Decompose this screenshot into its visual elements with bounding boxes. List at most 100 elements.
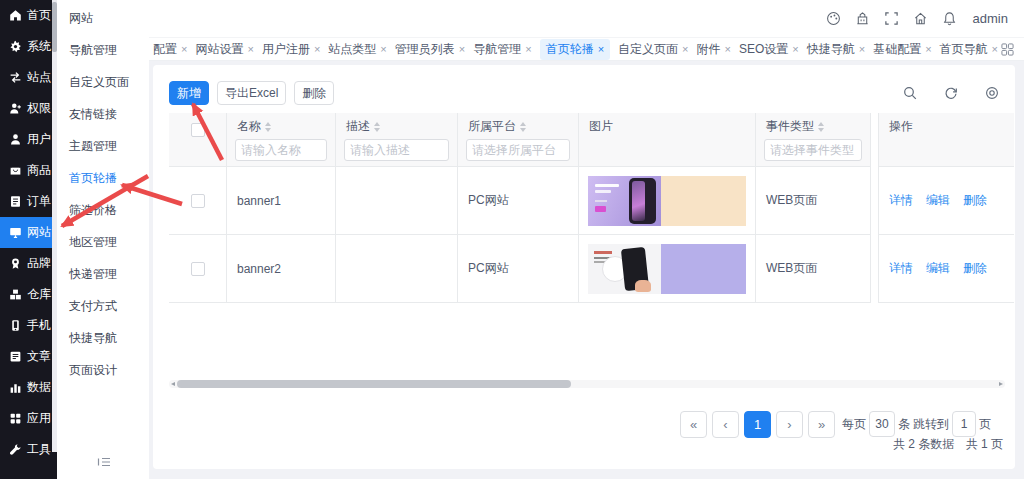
tab-close-icon[interactable]: × <box>792 43 798 55</box>
sort-icon[interactable] <box>265 122 271 132</box>
action-detail-link[interactable]: 详情 <box>889 260 913 277</box>
tab-首页导航[interactable]: 首页导航× <box>940 39 998 60</box>
tab-close-icon[interactable]: × <box>314 43 320 55</box>
notification-bell-icon[interactable] <box>942 11 957 26</box>
delete-button[interactable]: 删除 <box>294 81 334 105</box>
sort-icon[interactable] <box>374 122 380 132</box>
column-header-event[interactable]: 事件类型 <box>766 118 814 135</box>
tab-基础配置[interactable]: 基础配置× <box>873 39 931 60</box>
export-excel-button[interactable]: 导出Excel <box>217 81 286 105</box>
submenu-item[interactable]: 自定义页面 <box>57 66 149 98</box>
column-header-platform[interactable]: 所属平台 <box>468 118 516 135</box>
jump-page-input[interactable] <box>952 411 976 437</box>
sort-icon[interactable] <box>520 122 526 132</box>
sidebar-item-gear[interactable]: 系统 <box>0 31 52 62</box>
tab-附件[interactable]: 附件× <box>697 39 731 60</box>
submenu-item[interactable]: 导航管理 <box>57 34 149 66</box>
action-edit-link[interactable]: 编辑 <box>926 192 950 209</box>
action-edit-link[interactable]: 编辑 <box>926 260 950 277</box>
last-page-button[interactable]: » <box>808 411 835 438</box>
refresh-icon[interactable] <box>944 86 958 100</box>
sidebar-item-phone[interactable]: 手机 <box>0 310 52 341</box>
submenu-item[interactable]: 支付方式 <box>57 290 149 322</box>
tab-站点类型[interactable]: 站点类型× <box>328 39 386 60</box>
tab-SEO设置[interactable]: SEO设置× <box>739 39 799 60</box>
column-header-desc[interactable]: 描述 <box>346 118 370 135</box>
sidebar-item-order[interactable]: 订单 <box>0 186 52 217</box>
sidebar-item-apps[interactable]: 应用 <box>0 403 52 434</box>
sidebar-item-monitor[interactable]: 网站 <box>0 217 52 248</box>
horizontal-scrollbar[interactable] <box>169 380 1005 388</box>
add-button[interactable]: 新增 <box>169 81 209 105</box>
tab-自定义页面[interactable]: 自定义页面× <box>618 39 688 60</box>
sidebar-scrollbar-thumb[interactable] <box>52 2 57 52</box>
fullscreen-icon[interactable] <box>884 11 899 26</box>
sidebar-item-goods[interactable]: 商品 <box>0 155 52 186</box>
tab-配置[interactable]: 配置× <box>153 39 187 60</box>
scrollbar-left-arrow[interactable] <box>171 382 175 386</box>
tab-list-icon[interactable] <box>1001 43 1014 56</box>
submenu-item[interactable]: 地区管理 <box>57 226 149 258</box>
row-checkbox[interactable] <box>191 262 205 276</box>
per-page-input[interactable] <box>869 411 895 437</box>
submenu-item[interactable]: 主题管理 <box>57 130 149 162</box>
sidebar-scrollbar[interactable] <box>52 0 57 452</box>
sidebar-item-home[interactable]: 首页 <box>0 0 52 31</box>
tab-网站设置[interactable]: 网站设置× <box>195 39 253 60</box>
submenu-item[interactable]: 友情链接 <box>57 98 149 130</box>
submenu-item[interactable]: 快递管理 <box>57 258 149 290</box>
submenu-item[interactable]: 网站 <box>57 2 149 34</box>
tab-close-icon[interactable]: × <box>992 43 998 55</box>
sidebar-item-chart[interactable]: 数据 <box>0 372 52 403</box>
tab-close-icon[interactable]: × <box>859 43 865 55</box>
sidebar-item-brand[interactable]: 品牌 <box>0 248 52 279</box>
sidebar-item-user-plus[interactable]: 权限 <box>0 93 52 124</box>
search-icon[interactable] <box>903 86 917 100</box>
theme-palette-icon[interactable] <box>826 11 841 26</box>
tab-close-icon[interactable]: × <box>459 43 465 55</box>
sidebar-item-article[interactable]: 文章 <box>0 341 52 372</box>
filter-desc-input[interactable] <box>344 139 449 161</box>
sidebar-item-swap[interactable]: 站点 <box>0 62 52 93</box>
filter-platform-input[interactable] <box>466 139 570 161</box>
submenu-item[interactable]: 快捷导航 <box>57 322 149 354</box>
sort-icon[interactable] <box>818 122 824 132</box>
next-page-button[interactable]: › <box>776 411 803 438</box>
tab-close-icon[interactable]: × <box>181 43 187 55</box>
tab-导航管理[interactable]: 导航管理× <box>473 39 531 60</box>
username[interactable]: admin <box>973 11 1008 26</box>
action-delete-link[interactable]: 删除 <box>963 192 987 209</box>
sidebar-item-user[interactable]: 用户 <box>0 124 52 155</box>
page-1-button[interactable]: 1 <box>744 411 771 438</box>
submenu-item[interactable]: 页面设计 <box>57 354 149 386</box>
scrollbar-right-arrow[interactable] <box>999 382 1003 386</box>
prev-page-button[interactable]: ‹ <box>712 411 739 438</box>
action-detail-link[interactable]: 详情 <box>889 192 913 209</box>
tab-首页轮播[interactable]: 首页轮播× <box>540 39 610 60</box>
horizontal-scrollbar-thumb[interactable] <box>177 380 571 388</box>
sidebar-item-tools[interactable]: 工具 <box>0 434 52 465</box>
row-checkbox[interactable] <box>191 194 205 208</box>
filter-name-input[interactable] <box>235 139 327 161</box>
tab-close-icon[interactable]: × <box>598 43 604 55</box>
sidebar-item-warehouse[interactable]: 仓库 <box>0 279 52 310</box>
tab-close-icon[interactable]: × <box>725 43 731 55</box>
tab-close-icon[interactable]: × <box>925 43 931 55</box>
tab-用户注册[interactable]: 用户注册× <box>262 39 320 60</box>
home-icon[interactable] <box>913 11 928 26</box>
tab-快捷导航[interactable]: 快捷导航× <box>807 39 865 60</box>
tab-close-icon[interactable]: × <box>247 43 253 55</box>
filter-event-input[interactable] <box>764 139 862 161</box>
collapse-menu-icon[interactable] <box>97 455 111 469</box>
submenu-item[interactable]: 筛选价格 <box>57 194 149 226</box>
tab-close-icon[interactable]: × <box>380 43 386 55</box>
tab-close-icon[interactable]: × <box>682 43 688 55</box>
column-header-name[interactable]: 名称 <box>237 118 261 135</box>
action-delete-link[interactable]: 删除 <box>963 260 987 277</box>
tab-管理员列表[interactable]: 管理员列表× <box>395 39 465 60</box>
lock-screen-icon[interactable] <box>855 11 870 26</box>
submenu-item[interactable]: 首页轮播 <box>57 162 149 194</box>
tab-close-icon[interactable]: × <box>525 43 531 55</box>
select-all-checkbox[interactable] <box>191 123 205 137</box>
settings-icon[interactable] <box>985 86 999 100</box>
